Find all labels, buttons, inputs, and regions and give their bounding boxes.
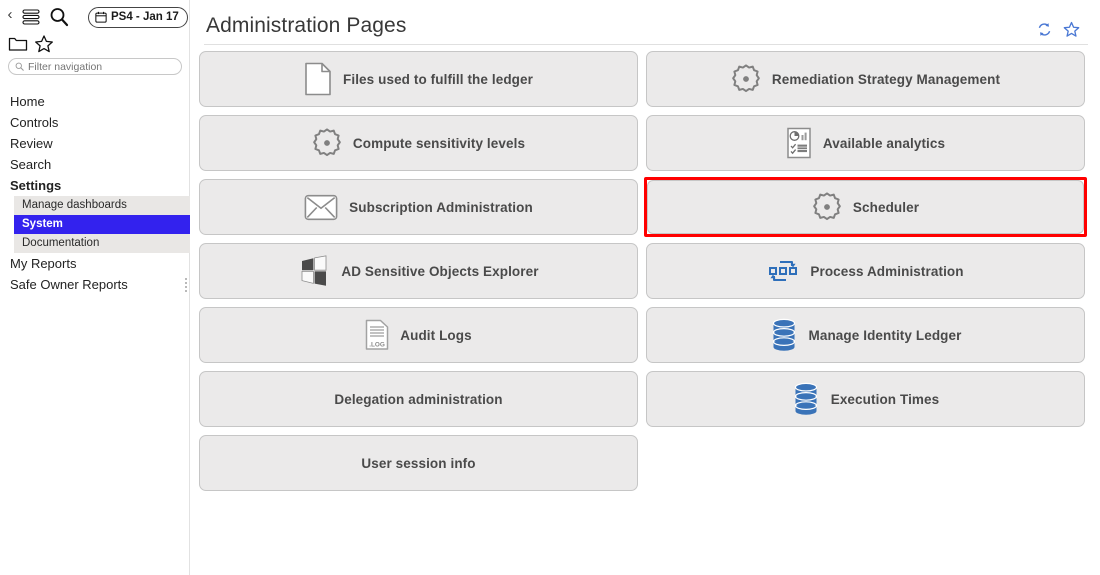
tile-slot: Compute sensitivity levels xyxy=(197,113,640,173)
tile-label: Files used to fulfill the ledger xyxy=(343,71,533,87)
filter-navigation-input[interactable] xyxy=(28,60,168,73)
gear-icon xyxy=(312,128,342,158)
sidebar-item-manage-dashboards[interactable]: Manage dashboards xyxy=(14,196,190,215)
refresh-icon[interactable] xyxy=(1035,20,1053,38)
svg-text:.LOG: .LOG xyxy=(369,342,385,349)
date-badge-label: PS4 - Jan 17 xyxy=(111,11,179,23)
tile-user-session-info[interactable]: User session info xyxy=(199,435,638,491)
tile-process-administration[interactable]: Process Administration xyxy=(646,243,1085,299)
tile-label: Manage Identity Ledger xyxy=(808,327,962,343)
hamburger-menu-icon[interactable] xyxy=(18,4,44,30)
tile-slot: Files used to fulfill the ledger xyxy=(197,49,640,109)
admin-tile-grid: Files used to fulfill the ledger Remedia… xyxy=(190,45,1100,493)
tile-slot: Subscription Administration xyxy=(197,177,640,237)
back-chevron-icon[interactable]: ‹ xyxy=(4,7,16,26)
tile-audit-logs[interactable]: .LOG Audit Logs xyxy=(199,307,638,363)
sidebar-item-system-label: System xyxy=(22,218,63,230)
tile-label: Compute sensitivity levels xyxy=(352,135,526,151)
envelope-icon xyxy=(304,194,338,221)
document-icon xyxy=(304,62,332,96)
app-root: ‹ PS4 - Jan 17 Filter navigation Home Co… xyxy=(0,0,1100,575)
sidebar: ‹ PS4 - Jan 17 Filter navigation Home Co… xyxy=(0,0,199,575)
tile-delegation-administration[interactable]: Delegation administration xyxy=(199,371,638,427)
sidebar-item-home[interactable]: Home xyxy=(0,91,189,112)
database-icon xyxy=(792,382,820,416)
sidebar-secondary-toolbar xyxy=(0,30,189,56)
tile-label: Scheduler xyxy=(852,199,920,215)
header-actions xyxy=(1035,14,1080,38)
gear-icon xyxy=(812,192,842,222)
tile-label: Available analytics xyxy=(822,135,946,151)
tile-slot: AD Sensitive Objects Explorer xyxy=(197,241,640,301)
filter-navigation-wrapper xyxy=(0,56,189,75)
tile-label: Remediation Strategy Management xyxy=(771,71,1001,87)
database-icon xyxy=(770,318,798,352)
tile-slot-highlighted: Scheduler xyxy=(644,177,1087,237)
tile-slot: Process Administration xyxy=(644,241,1087,301)
tile-label: AD Sensitive Objects Explorer xyxy=(341,263,539,279)
tile-slot: User session info xyxy=(197,433,640,493)
analytics-report-icon xyxy=(786,127,812,159)
tile-label: Execution Times xyxy=(830,391,940,407)
tile-scheduler[interactable]: Scheduler xyxy=(647,180,1084,234)
tile-ad-sensitive-objects-explorer[interactable]: AD Sensitive Objects Explorer xyxy=(199,243,638,299)
tile-label: Process Administration xyxy=(810,263,964,279)
folder-icon[interactable] xyxy=(8,35,28,53)
sidebar-toolbar: ‹ PS4 - Jan 17 xyxy=(0,0,189,30)
tile-slot: Execution Times xyxy=(644,369,1087,429)
sidebar-item-settings[interactable]: Settings xyxy=(0,175,189,196)
page-title: Administration Pages xyxy=(206,14,407,37)
sidebar-item-system[interactable]: System xyxy=(14,215,199,234)
tile-execution-times[interactable]: Execution Times xyxy=(646,371,1085,427)
tile-slot: .LOG Audit Logs xyxy=(197,305,640,365)
tile-slot: Manage Identity Ledger xyxy=(644,305,1087,365)
sidebar-item-controls[interactable]: Controls xyxy=(0,112,189,133)
log-file-icon: .LOG xyxy=(365,319,389,351)
date-badge[interactable]: PS4 - Jan 17 xyxy=(88,6,188,28)
sidebar-subnav-settings: Manage dashboards System Documentation xyxy=(14,196,199,253)
tile-available-analytics[interactable]: Available analytics xyxy=(646,115,1085,171)
tile-slot: Available analytics xyxy=(644,113,1087,173)
tile-compute-sensitivity-levels[interactable]: Compute sensitivity levels xyxy=(199,115,638,171)
sidebar-item-documentation[interactable]: Documentation xyxy=(14,234,190,253)
tile-label: Audit Logs xyxy=(400,327,472,343)
main-content: Administration Pages Files used to fulfi… xyxy=(190,0,1100,575)
tile-files-used-to-fulfill-the-ledger[interactable]: Files used to fulfill the ledger xyxy=(199,51,638,107)
calendar-icon xyxy=(95,11,107,23)
sidebar-item-safe-owner-reports[interactable]: Safe Owner Reports xyxy=(0,274,189,295)
search-icon xyxy=(15,62,24,71)
tile-remediation-strategy-management[interactable]: Remediation Strategy Management xyxy=(646,51,1085,107)
windows-checkerboard-icon xyxy=(298,255,330,287)
sidebar-item-my-reports[interactable]: My Reports xyxy=(0,253,189,274)
favorite-star-icon[interactable] xyxy=(1062,20,1080,38)
tile-label: Subscription Administration xyxy=(349,199,533,215)
tile-manage-identity-ledger[interactable]: Manage Identity Ledger xyxy=(646,307,1085,363)
tile-slot: Remediation Strategy Management xyxy=(644,49,1087,109)
sidebar-item-review[interactable]: Review xyxy=(0,133,189,154)
tile-label: Delegation administration xyxy=(334,391,503,407)
search-icon[interactable] xyxy=(46,4,72,30)
process-flow-icon xyxy=(767,255,799,287)
page-header: Administration Pages xyxy=(190,0,1100,38)
sidebar-nav-list: Home Controls Review Search Settings Man… xyxy=(0,91,199,295)
search-input[interactable] xyxy=(8,58,182,75)
star-icon[interactable] xyxy=(34,34,54,53)
sidebar-item-search[interactable]: Search xyxy=(0,154,189,175)
tile-subscription-administration[interactable]: Subscription Administration xyxy=(199,179,638,235)
sidebar-splitter-handle[interactable] xyxy=(185,278,187,292)
tile-slot: Delegation administration xyxy=(197,369,640,429)
gear-icon xyxy=(731,64,761,94)
tile-label: User session info xyxy=(361,455,476,471)
